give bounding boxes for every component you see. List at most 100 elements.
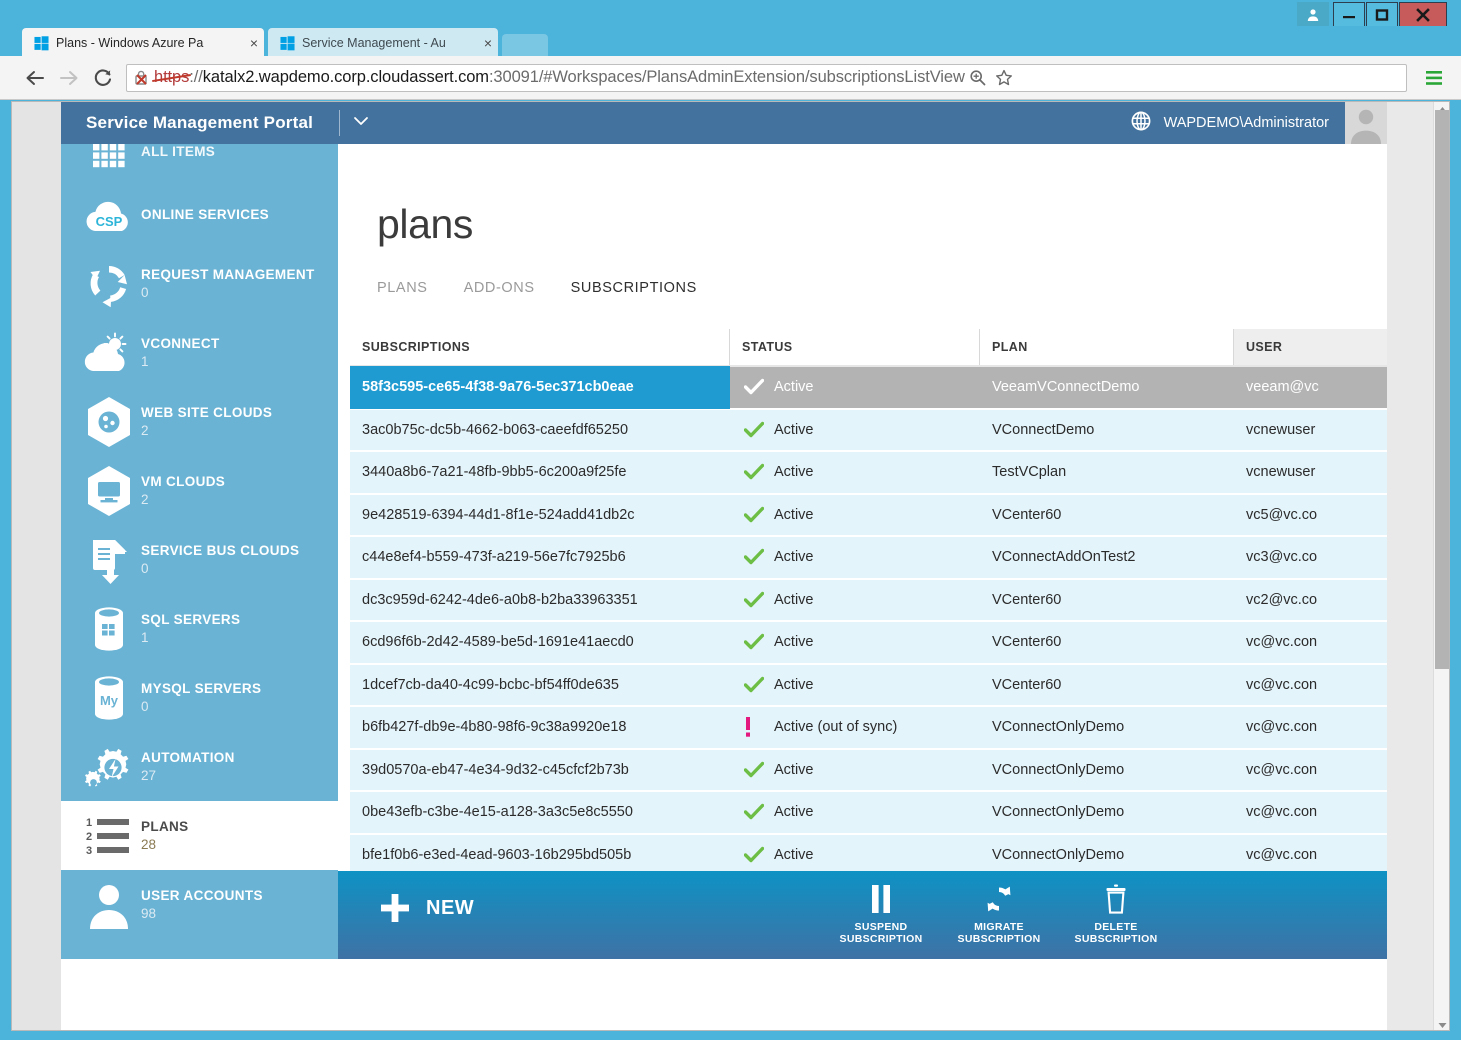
address-bar-url: https://katalx2.wapdemo.corp.cloudassert…: [154, 68, 965, 87]
sidebar-item-request-management[interactable]: REQUEST MANAGEMENT 0: [61, 249, 338, 318]
sidebar-item-all-items[interactable]: ALL ITEMS: [61, 144, 338, 180]
sidebar-item-label: VM CLOUDS: [141, 474, 225, 489]
table-row[interactable]: 9e428519-6394-44d1-8f1e-524add41db2cActi…: [350, 495, 1387, 538]
sidebar-item-count: 0: [141, 561, 299, 576]
cell-status-text: Active: [774, 762, 814, 778]
forward-button[interactable]: [52, 61, 86, 95]
column-header-plan[interactable]: PLAN: [980, 329, 1234, 365]
sidebar-item-count: 28: [141, 837, 189, 852]
address-bar[interactable]: https://katalx2.wapdemo.corp.cloudassert…: [126, 64, 1407, 92]
sidebar-item-text: REQUEST MANAGEMENT 0: [141, 267, 315, 300]
table-row[interactable]: 1dcef7cb-da40-4c99-bcbc-bf54ff0de635Acti…: [350, 665, 1387, 708]
browser-tab-1-title: Service Management - Au: [302, 36, 480, 50]
scrollbar-thumb[interactable]: [1435, 110, 1449, 669]
tab-plans[interactable]: PLANS: [377, 280, 428, 298]
sidebar-item-text: USER ACCOUNTS 98: [141, 888, 263, 921]
sidebar-item-mysql-servers[interactable]: My MYSQL SERVERS 0: [61, 663, 338, 732]
table-row[interactable]: 0be43efb-c3be-4e15-a128-3a3c5e8c5550Acti…: [350, 792, 1387, 835]
cell-status-text: Active: [774, 677, 814, 693]
insecure-site-icon[interactable]: [133, 68, 152, 87]
column-header-subscriptions[interactable]: SUBSCRIPTIONS: [350, 329, 730, 365]
column-header-user[interactable]: USER: [1234, 329, 1387, 365]
browser-tab-0-close-icon[interactable]: ×: [250, 36, 258, 50]
cell-status: Active: [730, 676, 980, 694]
browser-tab-1[interactable]: Service Management - Au ×: [268, 28, 498, 58]
person-icon: [1306, 8, 1320, 22]
cell-plan: VConnectOnlyDemo: [980, 762, 1234, 778]
window-minimize-button[interactable]: [1333, 2, 1365, 28]
csp-cloud-icon: CSP: [77, 185, 141, 245]
sidebar-item-label: SERVICE BUS CLOUDS: [141, 543, 299, 558]
browser-tab-1-close-icon[interactable]: ×: [484, 36, 492, 50]
cell-plan: VConnectDemo: [980, 422, 1234, 438]
cell-subscription: bfe1f0b6-e3ed-4ead-9603-16b295bd505b: [350, 834, 730, 877]
browser-tab-0[interactable]: Plans - Windows Azure Pa ×: [22, 28, 264, 58]
pause-icon: [868, 881, 894, 917]
migrate-subscription-button[interactable]: MIGRATESUBSCRIPTION: [939, 881, 1059, 955]
table-row[interactable]: c44e8ef4-b559-473f-a219-56e7fc7925b6Acti…: [350, 537, 1387, 580]
portal-user-area[interactable]: WAPDEMO\Administrator: [1130, 102, 1387, 144]
sidebar-item-text: ONLINE SERVICES: [141, 207, 269, 222]
browser-tab-0-title: Plans - Windows Azure Pa: [56, 36, 246, 50]
sidebar-item-service-bus-clouds[interactable]: SERVICE BUS CLOUDS 0: [61, 525, 338, 594]
window-maximize-button[interactable]: [1366, 2, 1398, 28]
windows-favicon: [34, 36, 49, 51]
tab-add-ons[interactable]: ADD-ONS: [464, 280, 535, 298]
header-divider: [339, 110, 340, 136]
bookmark-star-icon[interactable]: [991, 69, 1017, 87]
sidebar-item-vconnect[interactable]: VCONNECT 1: [61, 318, 338, 387]
sidebar-item-automation[interactable]: AUTOMATION 27: [61, 732, 338, 801]
avatar[interactable]: [1345, 102, 1387, 144]
check-icon: [744, 676, 766, 694]
suspend-subscription-button[interactable]: SUSPENDSUBSCRIPTION: [821, 881, 941, 955]
reload-button[interactable]: [86, 61, 120, 95]
back-button[interactable]: [18, 61, 52, 95]
table-row[interactable]: 3440a8b6-7a21-48fb-9bb5-6c200a9f25feActi…: [350, 452, 1387, 495]
browser-menu-button[interactable]: [1415, 61, 1453, 95]
check-icon: [744, 591, 766, 609]
sidebar-item-label: PLANS: [141, 819, 189, 834]
delete-subscription-button[interactable]: DELETESUBSCRIPTION: [1056, 881, 1176, 955]
check-icon: [744, 506, 766, 524]
globe-icon[interactable]: [1130, 110, 1152, 137]
url-scheme: https: [154, 68, 189, 86]
sidebar-item-web-site-clouds[interactable]: WEB SITE CLOUDS 2: [61, 387, 338, 456]
sidebar-item-count: 1: [141, 630, 240, 645]
window-close-button[interactable]: [1399, 2, 1447, 28]
cell-status-text: Active (out of sync): [774, 719, 897, 735]
table-row[interactable]: 6cd96f6b-2d42-4589-be5d-1691e41aecd0Acti…: [350, 622, 1387, 665]
cell-subscription: c44e8ef4-b559-473f-a219-56e7fc7925b6: [350, 536, 730, 579]
sidebar-item-label: ONLINE SERVICES: [141, 207, 269, 222]
svg-text:3: 3: [86, 845, 92, 856]
scroll-down-icon[interactable]: [1434, 1018, 1450, 1031]
new-button[interactable]: NEW: [380, 893, 474, 923]
table-row[interactable]: 3ac0b75c-dc5b-4662-b063-caeefdf65250Acti…: [350, 410, 1387, 453]
portal-header: Service Management Portal WAPDEMO\Admini…: [61, 102, 1387, 144]
sidebar-item-online-services[interactable]: CSP ONLINE SERVICES: [61, 180, 338, 249]
sidebar-item-text: PLANS 28: [141, 819, 189, 852]
cell-user: vc5@vc.co: [1234, 507, 1387, 523]
window-user-button[interactable]: [1297, 2, 1329, 28]
chevron-down-icon[interactable]: [352, 114, 370, 132]
tab-subscriptions[interactable]: SUBSCRIPTIONS: [571, 280, 697, 298]
table-row[interactable]: 39d0570a-eb47-4e34-9d32-c45cfcf2b73bActi…: [350, 750, 1387, 793]
person-icon: [1345, 102, 1387, 144]
sidebar-item-plans[interactable]: 123 PLANS 28: [61, 801, 338, 870]
table-row[interactable]: dc3c959d-6242-4de6-a0b8-b2ba33963351Acti…: [350, 580, 1387, 623]
sidebar-item-label: SQL SERVERS: [141, 612, 240, 627]
sidebar-item-user-accounts[interactable]: USER ACCOUNTS 98: [61, 870, 338, 939]
cell-status-text: Active: [774, 507, 814, 523]
url-host: katalx2.wapdemo.corp.cloudassert.com: [203, 68, 489, 86]
reload-icon: [93, 68, 113, 88]
sidebar-item-sql-servers[interactable]: SQL SERVERS 1: [61, 594, 338, 663]
column-header-status[interactable]: STATUS: [730, 329, 980, 365]
page-scrollbar[interactable]: [1433, 102, 1449, 1031]
cell-status: Active: [730, 548, 980, 566]
sidebar-item-vm-clouds[interactable]: VM CLOUDS 2: [61, 456, 338, 525]
new-tab-button[interactable]: [502, 34, 548, 58]
table-row[interactable]: 58f3c595-ce65-4f38-9a76-5ec371cb0eaeActi…: [350, 367, 1387, 410]
suspend-subscription-label: SUSPENDSUBSCRIPTION: [840, 921, 923, 945]
table-row[interactable]: b6fb427f-db9e-4b80-98f6-9c38a9920e18Acti…: [350, 707, 1387, 750]
check-icon: [744, 846, 766, 864]
zoom-icon[interactable]: [965, 69, 991, 86]
